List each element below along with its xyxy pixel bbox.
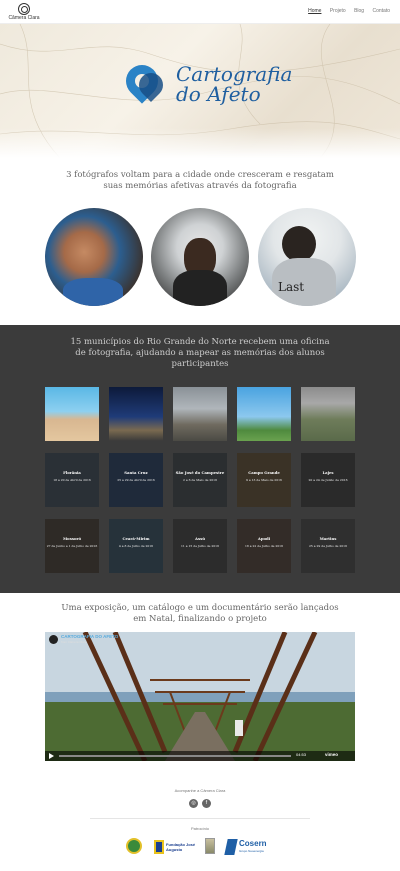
photographer-photo-2[interactable] bbox=[151, 208, 249, 306]
menu-item-projeto[interactable]: Projeto bbox=[330, 8, 346, 14]
hero-banner: Cartografia do Afeto bbox=[0, 24, 400, 158]
main-menu: Home Projeto Blog Contato bbox=[301, 8, 390, 14]
workshop-photo-1[interactable] bbox=[45, 387, 99, 441]
workshop-city: Campo Grande bbox=[248, 470, 280, 475]
hair-shape bbox=[282, 226, 316, 262]
instagram-icon[interactable]: ◎ bbox=[189, 799, 198, 808]
photographer-photo-3[interactable]: Last bbox=[258, 208, 356, 306]
menu-item-contato[interactable]: Contato bbox=[372, 8, 390, 14]
workshop-photo-4[interactable] bbox=[237, 387, 291, 441]
workshop-city: Apodi bbox=[257, 536, 271, 541]
shirt-shape bbox=[63, 278, 123, 306]
video-duration: 04:53 bbox=[296, 752, 307, 757]
sponsor-name: Cosern bbox=[239, 839, 267, 848]
photographer-photo-1[interactable] bbox=[45, 208, 143, 306]
workshop-tile-ceara-mirim[interactable]: Ceará-Mirim 4 a 8 de Julho de 2016 bbox=[109, 519, 163, 573]
workshop-dates: 25 a 29 de Abril de 2016 bbox=[117, 478, 155, 482]
workshop-tile-sao-jose[interactable]: São José do Campestre 2 a 6 de Maio de 2… bbox=[173, 453, 227, 507]
workshop-photo-2[interactable] bbox=[109, 387, 163, 441]
workshop-dates: 4 a 8 de Julho de 2016 bbox=[118, 544, 154, 548]
workshop-tile-santa-cruz[interactable]: Santa Cruz 25 a 29 de Abril de 2016 bbox=[109, 453, 163, 507]
facebook-icon[interactable]: f bbox=[202, 799, 211, 808]
sponsor-logo-state[interactable] bbox=[126, 838, 142, 858]
camera-lens-icon bbox=[18, 3, 30, 15]
vimeo-logo[interactable]: vimeo bbox=[325, 752, 338, 757]
workshop-photo-3[interactable] bbox=[173, 387, 227, 441]
workshop-tile-campo-grande[interactable]: Campo Grande 9 a 13 de Maio de 2016 bbox=[237, 453, 291, 507]
play-icon[interactable] bbox=[49, 753, 54, 759]
project-title: Cartografia do Afeto bbox=[176, 64, 296, 104]
workshop-dates: 20 a 24 de Junho de 2016 bbox=[308, 478, 348, 482]
workshop-city: São José do Campestre bbox=[175, 470, 225, 475]
sponsor-subtitle: Grupo Neoenergia bbox=[239, 849, 264, 853]
workshop-dates: 25 a 29 de Julho de 2016 bbox=[308, 544, 347, 548]
workshop-dates: 2 a 6 de Maio de 2016 bbox=[183, 478, 217, 482]
follow-text: Acompanhe a Câmera Clara bbox=[174, 788, 226, 793]
logo-text: Câmera Clara bbox=[8, 15, 40, 21]
workshop-tile-mossoro[interactable]: Mossoró 27 de Junho a 1 de Julho de 2016 bbox=[45, 519, 99, 573]
workshop-tile-martins[interactable]: Martins 25 a 29 de Julho de 2016 bbox=[301, 519, 355, 573]
video-title[interactable]: CARTOGRAFIA DO AFETO bbox=[61, 634, 118, 639]
sponsors-label: Patrocínio bbox=[190, 826, 209, 831]
menu-item-home[interactable]: Home bbox=[308, 8, 321, 14]
sponsor-logo-fja[interactable]: Fundação José Augusto bbox=[154, 838, 198, 858]
video-subtitle: from Câmera Clara bbox=[61, 640, 87, 644]
workshop-dates: 18 a 22 de Julho de 2016 bbox=[244, 544, 283, 548]
channel-avatar bbox=[49, 635, 58, 644]
workshop-city: Santa Cruz bbox=[124, 470, 148, 475]
workshop-city: Florânia bbox=[63, 470, 81, 475]
workshop-city: Lajes bbox=[322, 470, 334, 475]
video-controls: 04:53 vimeo bbox=[45, 751, 355, 761]
shirt-shape bbox=[173, 270, 227, 306]
workshop-dates: 9 a 13 de Maio de 2016 bbox=[246, 478, 282, 482]
launch-text: Uma exposição, um catálogo e um document… bbox=[61, 603, 339, 624]
workshop-dates: 27 de Junho a 1 de Julho de 2016 bbox=[46, 544, 98, 548]
progress-bar[interactable] bbox=[59, 755, 291, 757]
workshops-text: 15 municípios do Rio Grande do Norte rec… bbox=[70, 337, 330, 369]
top-nav: Câmera Clara Home Projeto Blog Contato bbox=[0, 0, 400, 24]
menu-item-blog[interactable]: Blog bbox=[354, 8, 364, 14]
workshop-photo-5[interactable] bbox=[301, 387, 355, 441]
video-player[interactable]: CARTOGRAFIA DO AFETO from Câmera Clara 0… bbox=[45, 632, 355, 761]
workshop-city: Martins bbox=[319, 536, 337, 541]
workshop-dates: 18 a 20 de Abril de 2016 bbox=[53, 478, 91, 482]
workshop-tile-lajes[interactable]: Lajes 20 a 24 de Junho de 2016 bbox=[301, 453, 355, 507]
workshop-city: Assú bbox=[195, 536, 205, 541]
shirt-print: Last bbox=[278, 280, 305, 294]
sponsor-name: Fundação José Augusto bbox=[166, 842, 196, 852]
workshop-tile-apodi[interactable]: Apodi 18 a 22 de Julho de 2016 bbox=[237, 519, 291, 573]
workshop-dates: 11 a 15 de Julho de 2016 bbox=[180, 544, 219, 548]
workshop-city: Ceará-Mirim bbox=[122, 536, 150, 541]
workshop-tile-assu[interactable]: Assú 11 a 15 de Julho de 2016 bbox=[173, 519, 227, 573]
workshop-tile-florania[interactable]: Florânia 18 a 20 de Abril de 2016 bbox=[45, 453, 99, 507]
sponsor-logo-seal[interactable] bbox=[205, 838, 217, 858]
workshop-city: Mossoró bbox=[62, 536, 82, 541]
intro-text: 3 fotógrafos voltam para a cidade onde c… bbox=[66, 170, 334, 191]
sponsor-logo-cosern[interactable]: Cosern Grupo Neoenergia bbox=[224, 838, 276, 858]
workshops-section: 15 municípios do Rio Grande do Norte rec… bbox=[0, 325, 400, 593]
site-logo[interactable]: Câmera Clara bbox=[8, 3, 40, 21]
video-frame bbox=[45, 632, 355, 761]
title-line-2: do Afeto bbox=[176, 82, 261, 106]
footer-divider bbox=[90, 818, 310, 819]
